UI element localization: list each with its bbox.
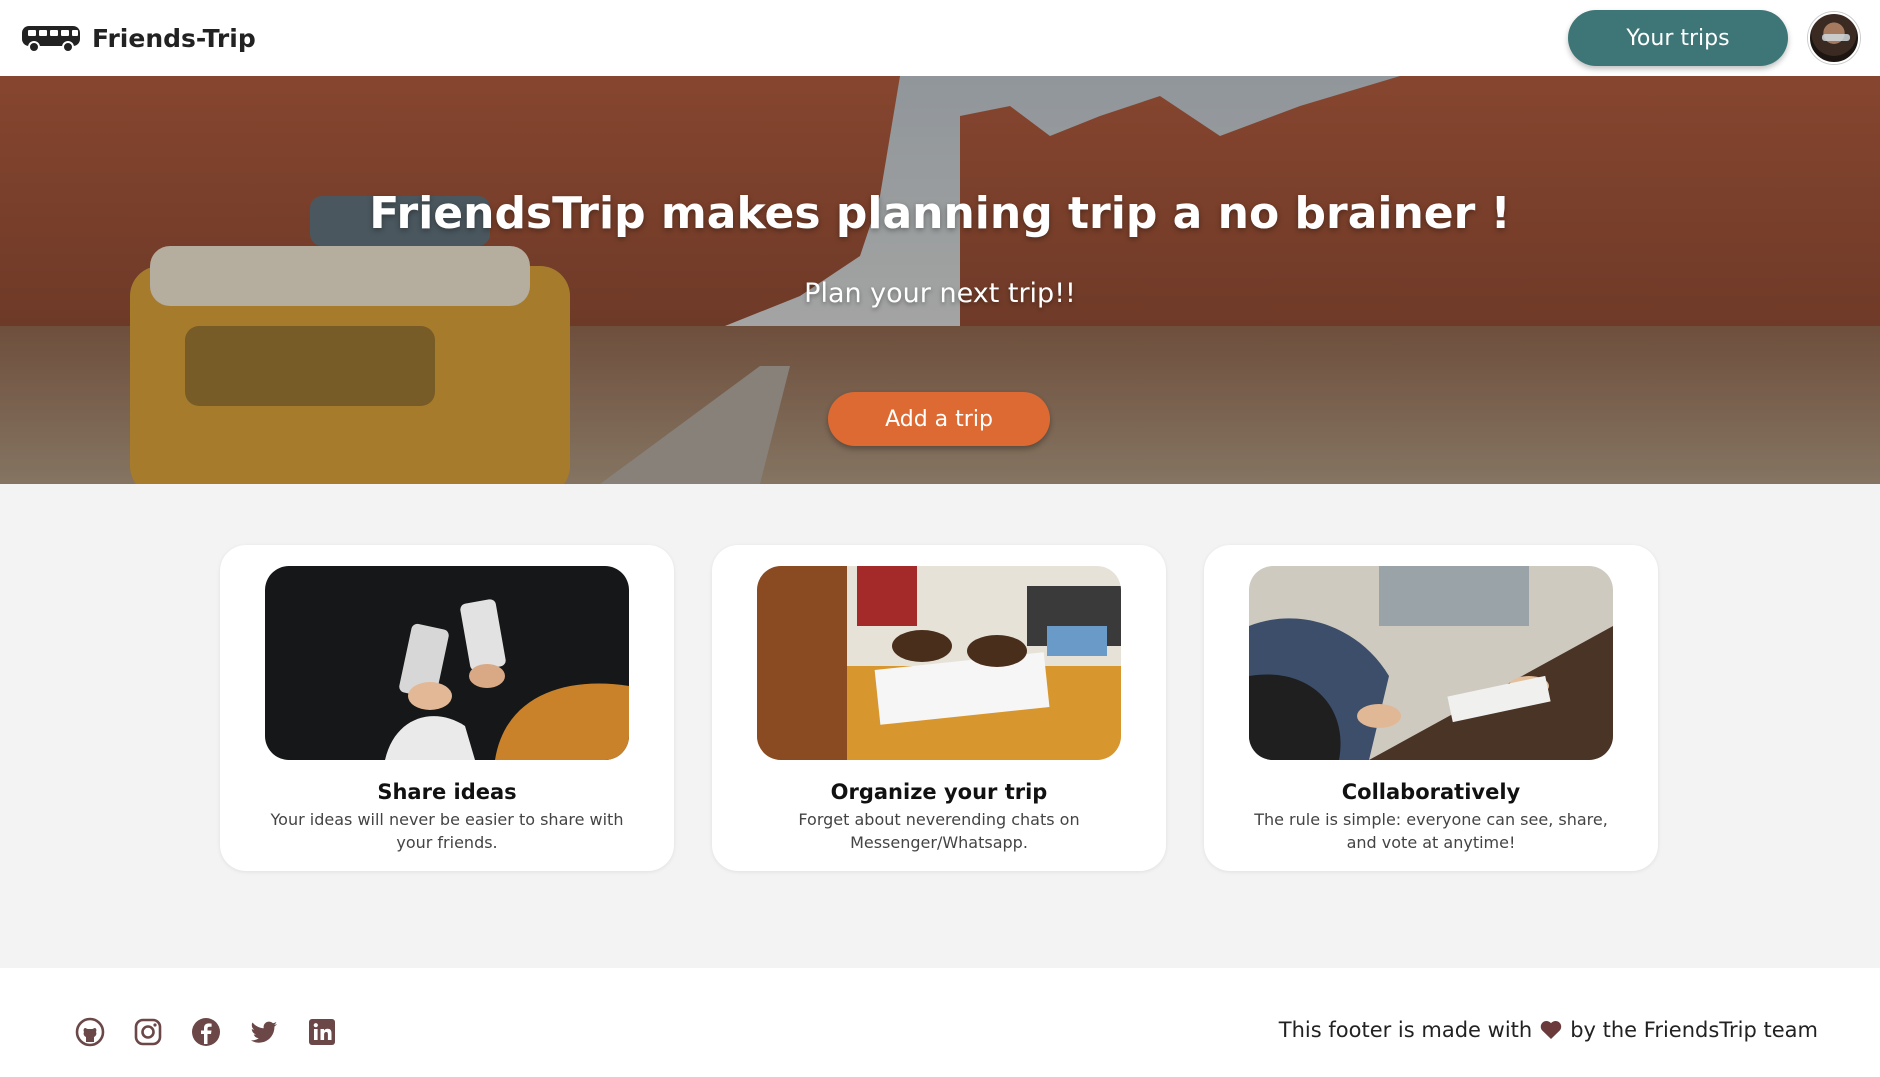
facebook-icon[interactable] [190,1016,222,1048]
nav-actions: Your trips [1568,10,1860,66]
feature-text: The rule is simple: everyone can see, sh… [1254,810,1608,852]
feature-text: Your ideas will never be easier to share… [270,810,624,852]
feature-title: Share ideas [377,780,517,804]
brand[interactable]: Friends-Trip [20,22,256,54]
heart-icon [1540,1020,1562,1040]
twitter-icon[interactable] [248,1016,280,1048]
feature-image-meeting [1249,566,1613,760]
feature-cards: Share ideas Your ideas will never be eas… [220,545,1660,871]
feature-image-phones [265,566,629,760]
add-trip-button[interactable]: Add a trip [828,392,1050,446]
hero-content: FriendsTrip makes planning trip a no bra… [0,76,1880,484]
feature-title: Organize your trip [830,780,1048,804]
footer: This footer is made with by the FriendsT… [0,968,1880,1077]
feature-card-collaboratively: Collaboratively The rule is simple: ever… [1204,545,1658,871]
brand-name: Friends-Trip [92,23,256,53]
user-avatar[interactable] [1808,12,1860,64]
feature-title: Collaboratively [1341,780,1521,804]
feature-card-share-ideas: Share ideas Your ideas will never be eas… [220,545,674,871]
hero-banner: FriendsTrip makes planning trip a no bra… [0,76,1880,484]
navbar: Friends-Trip Your trips [0,0,1880,76]
your-trips-button[interactable]: Your trips [1568,10,1788,66]
social-links [74,1016,338,1048]
footer-text-after: by the FriendsTrip team [1570,1018,1818,1042]
github-icon[interactable] [74,1016,106,1048]
footer-credit: This footer is made with by the FriendsT… [1279,1018,1818,1042]
van-icon [20,22,82,54]
hero-subtitle: Plan your next trip!! [804,278,1076,309]
hero-title: FriendsTrip makes planning trip a no bra… [369,188,1511,239]
feature-text: Forget about neverending chats on Messen… [798,810,1080,852]
feature-image-desk [757,566,1121,760]
feature-card-organize: Organize your trip Forget about neverend… [712,545,1166,871]
avatar-glasses [1822,34,1850,41]
instagram-icon[interactable] [132,1016,164,1048]
linkedin-icon[interactable] [306,1016,338,1048]
footer-text-before: This footer is made with [1278,1018,1533,1042]
